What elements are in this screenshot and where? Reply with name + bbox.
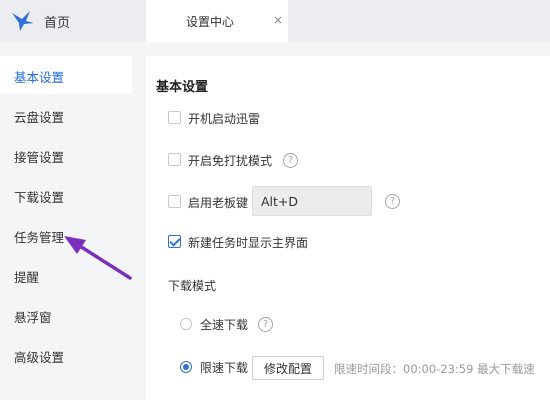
sidebar-item-label: 高级设置 <box>14 350 65 365</box>
page-title: 基本设置 <box>156 80 209 95</box>
boss-key-checkbox[interactable] <box>168 195 181 208</box>
sidebar-item-label: 云盘设置 <box>14 110 65 125</box>
sidebar-item-advanced[interactable]: 高级设置 <box>0 336 132 374</box>
sidebar-item-label: 下载设置 <box>14 190 65 205</box>
startup-checkbox[interactable] <box>168 111 181 124</box>
sidebar-item-label: 基本设置 <box>14 70 65 85</box>
boss-key-value: Alt+D <box>261 194 299 209</box>
sidebar: 基本设置 云盘设置 接管设置 下载设置 任务管理 提醒 悬浮窗 高级设置 <box>0 42 144 400</box>
tab-settings-center[interactable]: 设置中心 × <box>146 0 288 42</box>
settings-panel: 基本设置 开机启动迅雷 开启免打扰模式 ? 启用老板键 Alt+D ? 新建任务… <box>146 56 550 400</box>
limited-speed-label: 限速下载 <box>200 361 249 375</box>
limit-info-text: 限速时间段：00:00-23:59 最大下载速 <box>334 362 535 376</box>
sidebar-item-label: 任务管理 <box>14 230 65 245</box>
top-bar: 首页 设置中心 × <box>0 0 550 42</box>
limited-speed-radio[interactable] <box>180 361 192 373</box>
help-icon[interactable]: ? <box>385 194 400 209</box>
help-icon[interactable]: ? <box>258 317 273 332</box>
app-logo-icon[interactable] <box>10 9 36 33</box>
show-main-checkbox[interactable] <box>168 235 181 248</box>
full-speed-label: 全速下载 <box>200 318 249 332</box>
startup-label: 开机启动迅雷 <box>188 112 261 126</box>
tab-title: 设置中心 <box>186 15 235 29</box>
sidebar-item-label: 悬浮窗 <box>14 310 52 325</box>
close-icon[interactable]: × <box>273 13 283 27</box>
sidebar-item-label: 提醒 <box>14 270 40 285</box>
download-mode-title: 下载模式 <box>168 279 217 293</box>
sidebar-item-label: 接管设置 <box>14 150 65 165</box>
sidebar-item-basic[interactable]: 基本设置 <box>0 56 132 94</box>
no-disturb-checkbox[interactable] <box>168 153 181 166</box>
modify-config-button[interactable]: 修改配置 <box>252 356 324 380</box>
boss-key-input[interactable]: Alt+D <box>252 186 372 216</box>
help-icon[interactable]: ? <box>283 153 298 168</box>
sidebar-item-download[interactable]: 下载设置 <box>0 176 132 214</box>
sidebar-item-takeover[interactable]: 接管设置 <box>0 136 132 174</box>
home-tab[interactable]: 首页 <box>44 12 70 31</box>
boss-key-label: 启用老板键 <box>188 196 249 210</box>
sidebar-item-reminder[interactable]: 提醒 <box>0 256 132 294</box>
sidebar-item-floating-window[interactable]: 悬浮窗 <box>0 296 132 334</box>
no-disturb-label: 开启免打扰模式 <box>188 154 273 168</box>
sidebar-item-task-management[interactable]: 任务管理 <box>0 216 132 254</box>
sidebar-item-cloud[interactable]: 云盘设置 <box>0 96 132 134</box>
full-speed-radio[interactable] <box>180 318 192 330</box>
show-main-label: 新建任务时显示主界面 <box>188 236 309 250</box>
